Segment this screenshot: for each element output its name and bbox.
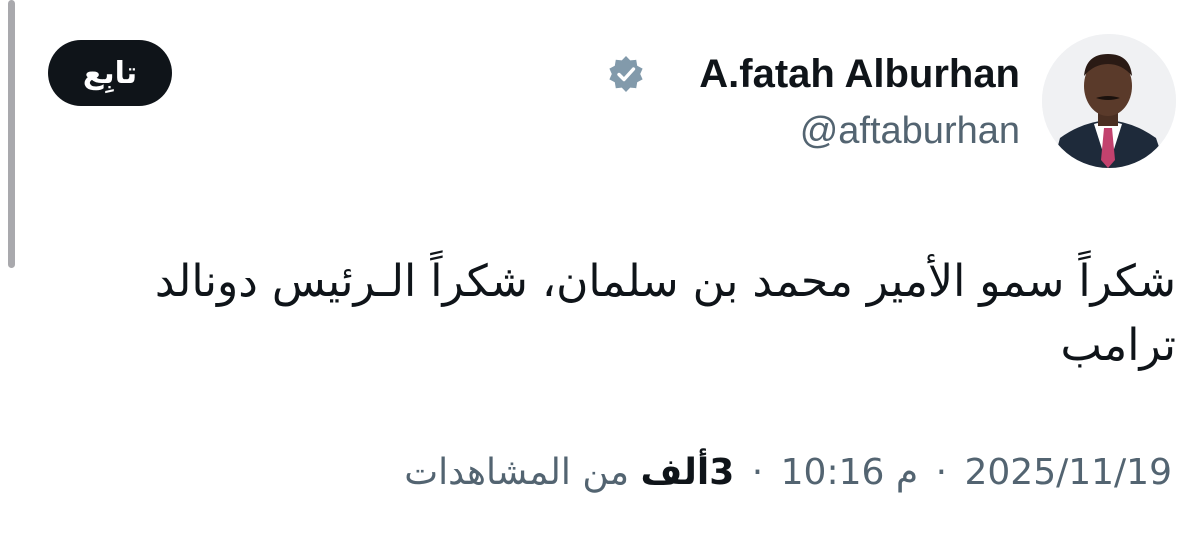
- tweet-date[interactable]: 2025/11/19: [965, 452, 1173, 493]
- meta-separator: ·: [751, 452, 764, 493]
- tweet-time[interactable]: 10:16 م: [781, 452, 919, 493]
- display-name[interactable]: A.fatah Alburhan: [699, 52, 1020, 97]
- views-count: 3ألف: [640, 452, 735, 493]
- avatar[interactable]: [1042, 34, 1176, 168]
- scrollbar[interactable]: [8, 0, 15, 268]
- follow-button[interactable]: تابِع: [48, 40, 172, 106]
- views-label: من المشاهدات: [404, 452, 630, 493]
- handle[interactable]: @aftaburhan: [800, 110, 1020, 153]
- meta-separator: ·: [935, 452, 948, 493]
- verified-badge-icon: [609, 56, 643, 92]
- tweet-text: شكراً سمو الأمير محمد بن سلمان، شكراً ال…: [154, 256, 1176, 371]
- tweet-meta: 2025/11/19 · 10:16 م · 3ألف من المشاهدات: [404, 452, 1172, 493]
